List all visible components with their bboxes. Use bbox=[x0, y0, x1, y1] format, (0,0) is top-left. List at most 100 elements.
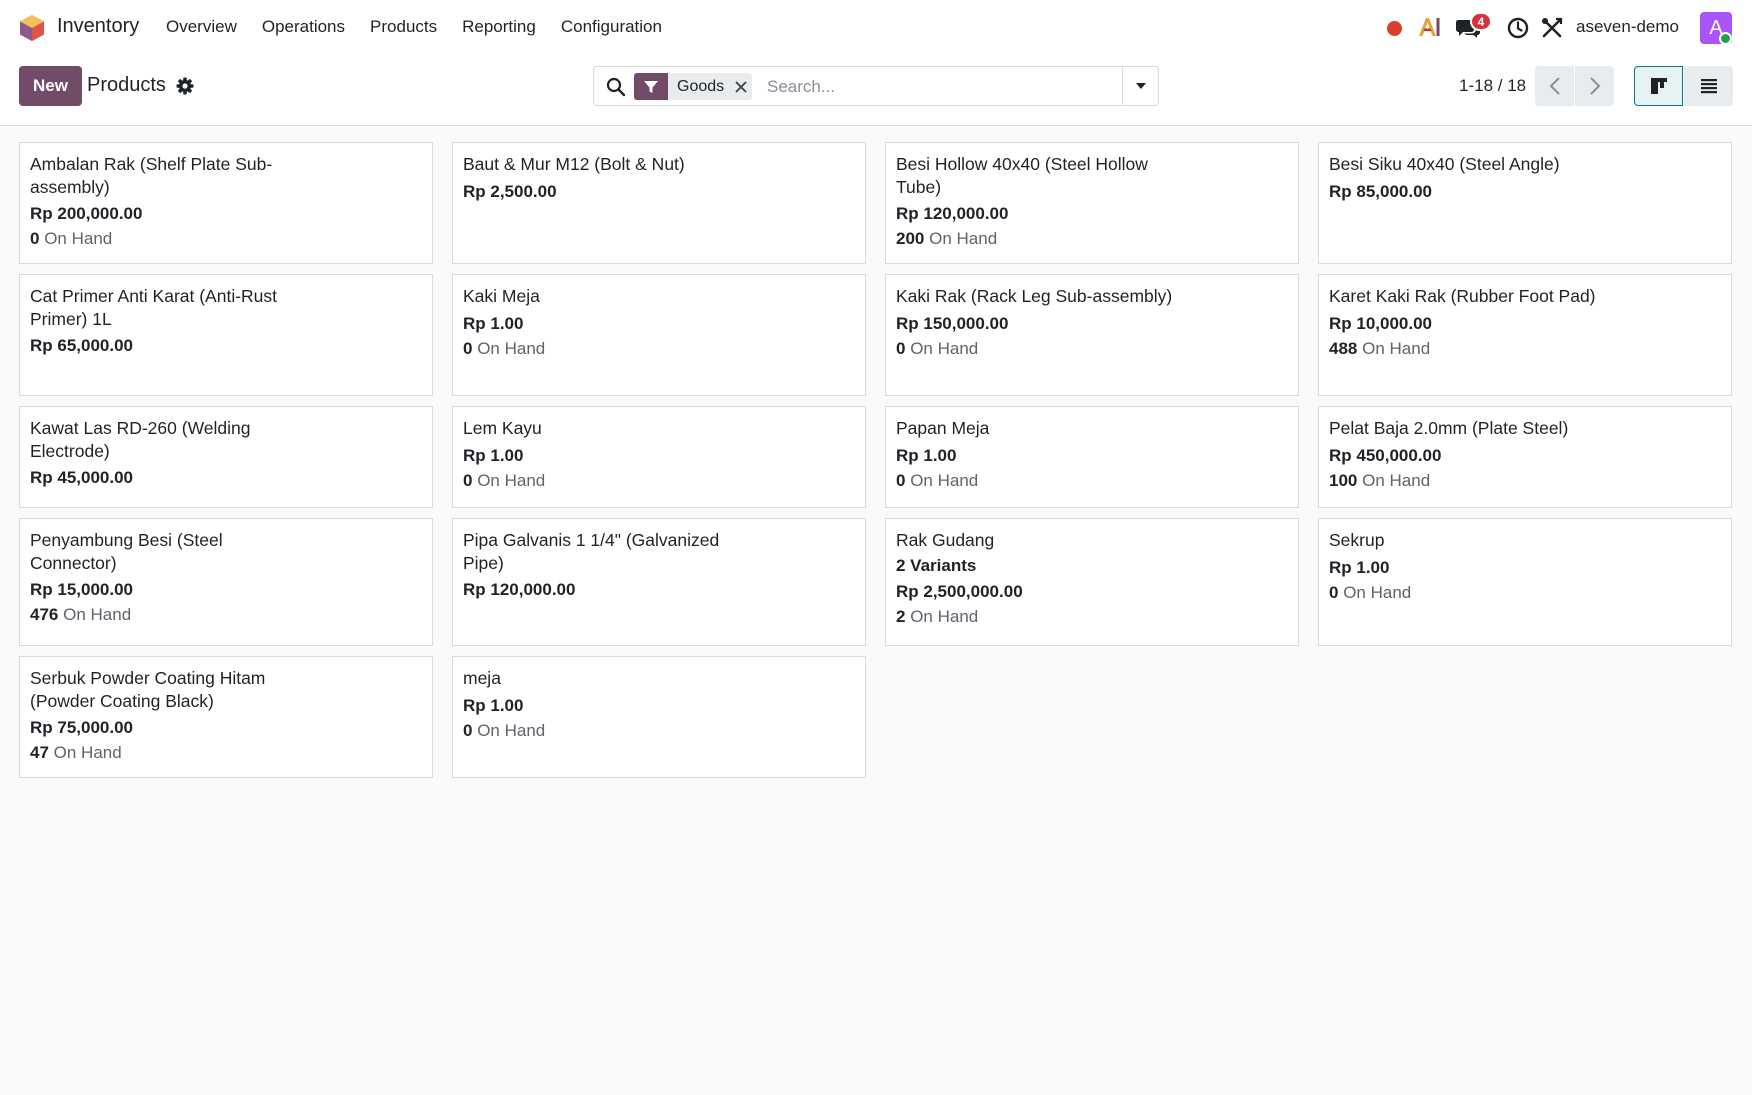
product-name: Cat Primer Anti Karat (Anti-Rust Primer)… bbox=[30, 286, 278, 329]
product-name: meja bbox=[463, 668, 501, 688]
product-card[interactable]: Kawat Las RD-260 (Welding Electrode) Rp … bbox=[19, 406, 433, 508]
kanban-view-button[interactable] bbox=[1634, 66, 1683, 106]
product-price: Rp 200,000.00 bbox=[30, 204, 143, 223]
product-card[interactable]: Serbuk Powder Coating Hitam (Powder Coat… bbox=[19, 656, 433, 778]
activity-clock-icon[interactable] bbox=[1507, 17, 1529, 39]
product-card[interactable]: Baut & Mur M12 (Bolt & Nut) Rp 2,500.00 bbox=[452, 142, 866, 264]
stock-unit: On Hand bbox=[1343, 582, 1412, 602]
product-card[interactable]: Karet Kaki Rak (Rubber Foot Pad) Rp 10,0… bbox=[1318, 274, 1732, 396]
product-name: Serbuk Powder Coating Hitam (Powder Coat… bbox=[30, 668, 266, 711]
product-card[interactable]: Lem Kayu Rp 1.00 0 On Hand bbox=[452, 406, 866, 508]
stock-unit: On Hand bbox=[477, 720, 546, 740]
product-name: Kaki Meja bbox=[463, 286, 540, 306]
stock-qty: 100 bbox=[1329, 470, 1358, 490]
product-card[interactable]: Besi Hollow 40x40 (Steel Hollow Tube) Rp… bbox=[885, 142, 1299, 264]
product-name: Baut & Mur M12 (Bolt & Nut) bbox=[463, 154, 685, 174]
product-card[interactable]: Pelat Baja 2.0mm (Plate Steel) Rp 450,00… bbox=[1318, 406, 1732, 508]
product-price: Rp 1.00 bbox=[463, 445, 524, 465]
product-price: Rp 2,500,000.00 bbox=[896, 581, 1023, 601]
chevron-right-icon bbox=[1589, 77, 1600, 95]
product-price: Rp 65,000.00 bbox=[30, 336, 134, 355]
product-price: Rp 120,000.00 bbox=[896, 204, 1009, 223]
record-icon[interactable] bbox=[1387, 21, 1402, 36]
stock-unit: On Hand bbox=[477, 338, 546, 358]
product-price: Rp 85,000.00 bbox=[1329, 181, 1433, 201]
product-name: Pelat Baja 2.0mm (Plate Steel) bbox=[1329, 418, 1569, 438]
product-price: Rp 10,000.00 bbox=[1329, 313, 1433, 333]
product-price: Rp 1.00 bbox=[1329, 557, 1390, 577]
product-card[interactable]: Besi Siku 40x40 (Steel Angle) Rp 85,000.… bbox=[1318, 142, 1732, 264]
product-card[interactable]: Kaki Meja Rp 1.00 0 On Hand bbox=[452, 274, 866, 396]
stock-qty: 2 bbox=[896, 606, 906, 626]
stock-qty: 0 bbox=[30, 229, 40, 248]
product-card[interactable]: Rak Gudang 2 Variants Rp 2,500,000.00 2 … bbox=[885, 518, 1299, 646]
pager-next-button[interactable] bbox=[1575, 66, 1614, 106]
app-name[interactable]: Inventory bbox=[57, 15, 139, 38]
product-name: Karet Kaki Rak (Rubber Foot Pad) bbox=[1329, 286, 1596, 306]
menu-products[interactable]: Products bbox=[370, 17, 437, 37]
product-stock: 0 On Hand bbox=[896, 470, 1288, 492]
top-navbar: Inventory Overview Operations Products R… bbox=[0, 0, 1752, 56]
product-price: Rp 75,000.00 bbox=[30, 718, 134, 737]
product-price: Rp 120,000.00 bbox=[463, 580, 576, 599]
main-menu: Overview Operations Products Reporting C… bbox=[166, 17, 687, 37]
product-stock: 100 On Hand bbox=[1329, 470, 1721, 492]
menu-configuration[interactable]: Configuration bbox=[561, 17, 662, 37]
stock-qty: 476 bbox=[30, 605, 59, 624]
product-stock: 0 On Hand bbox=[896, 338, 1288, 360]
product-stock: 0 On Hand bbox=[1329, 582, 1721, 604]
gear-icon[interactable] bbox=[176, 77, 194, 95]
product-card[interactable]: Ambalan Rak (Shelf Plate Sub-assembly) R… bbox=[19, 142, 433, 264]
stock-qty: 200 bbox=[896, 229, 925, 248]
search-bar: Goods bbox=[593, 66, 1159, 106]
search-facet-goods: Goods bbox=[634, 73, 753, 100]
search-icon[interactable] bbox=[606, 77, 626, 97]
product-name: Kawat Las RD-260 (Welding Electrode) bbox=[30, 418, 251, 461]
product-card[interactable]: Sekrup Rp 1.00 0 On Hand bbox=[1318, 518, 1732, 646]
product-card[interactable]: Kaki Rak (Rack Leg Sub-assembly) Rp 150,… bbox=[885, 274, 1299, 396]
stock-unit: On Hand bbox=[44, 229, 113, 248]
facet-remove-icon[interactable] bbox=[730, 73, 752, 100]
product-card[interactable]: meja Rp 1.00 0 On Hand bbox=[452, 656, 866, 778]
control-panel: New Products Goods 1-18 bbox=[0, 56, 1752, 126]
kanban-icon bbox=[1650, 78, 1667, 94]
inventory-app-icon[interactable] bbox=[19, 14, 45, 42]
new-button[interactable]: New bbox=[19, 66, 82, 106]
stock-qty: 0 bbox=[1329, 582, 1339, 602]
product-stock: 488 On Hand bbox=[1329, 338, 1721, 360]
stock-qty: 0 bbox=[463, 720, 473, 740]
product-card[interactable]: Penyambung Besi (Steel Connector) Rp 15,… bbox=[19, 518, 433, 646]
messages-badge: 4 bbox=[1470, 12, 1492, 31]
menu-reporting[interactable]: Reporting bbox=[462, 17, 536, 37]
stock-unit: On Hand bbox=[910, 470, 979, 490]
product-name: Besi Hollow 40x40 (Steel Hollow Tube) bbox=[896, 154, 1148, 197]
filter-icon bbox=[634, 73, 668, 100]
product-name: Penyambung Besi (Steel Connector) bbox=[30, 530, 223, 573]
product-card[interactable]: Cat Primer Anti Karat (Anti-Rust Primer)… bbox=[19, 274, 433, 396]
ai-icon[interactable] bbox=[1417, 15, 1441, 39]
stock-qty: 0 bbox=[463, 338, 473, 358]
product-card[interactable]: Pipa Galvanis 1 1/4" (Galvanized Pipe) R… bbox=[452, 518, 866, 646]
search-options-toggle[interactable] bbox=[1122, 67, 1158, 105]
menu-operations[interactable]: Operations bbox=[262, 17, 345, 37]
stock-qty: 0 bbox=[896, 470, 906, 490]
list-view-button[interactable] bbox=[1684, 66, 1733, 106]
pager-previous-button[interactable] bbox=[1535, 66, 1574, 106]
stock-unit: On Hand bbox=[477, 470, 546, 490]
product-stock: 2 On Hand bbox=[896, 606, 1288, 628]
user-name[interactable]: aseven-demo bbox=[1576, 17, 1679, 37]
stock-unit: On Hand bbox=[1362, 338, 1431, 358]
product-name: Papan Meja bbox=[896, 418, 990, 438]
product-price: Rp 1.00 bbox=[896, 445, 957, 465]
debug-tools-icon[interactable] bbox=[1541, 17, 1563, 39]
breadcrumb-title: Products bbox=[87, 74, 166, 96]
search-input[interactable] bbox=[767, 73, 1107, 100]
product-stock: 476 On Hand bbox=[30, 604, 422, 626]
product-name: Kaki Rak (Rack Leg Sub-assembly) bbox=[896, 286, 1173, 306]
product-card[interactable]: Papan Meja Rp 1.00 0 On Hand bbox=[885, 406, 1299, 508]
product-name: Sekrup bbox=[1329, 530, 1385, 550]
menu-overview[interactable]: Overview bbox=[166, 17, 237, 37]
product-stock: 0 On Hand bbox=[463, 338, 855, 360]
pager-value[interactable]: 1-18 / 18 bbox=[1459, 76, 1526, 96]
stock-unit: On Hand bbox=[929, 229, 998, 248]
